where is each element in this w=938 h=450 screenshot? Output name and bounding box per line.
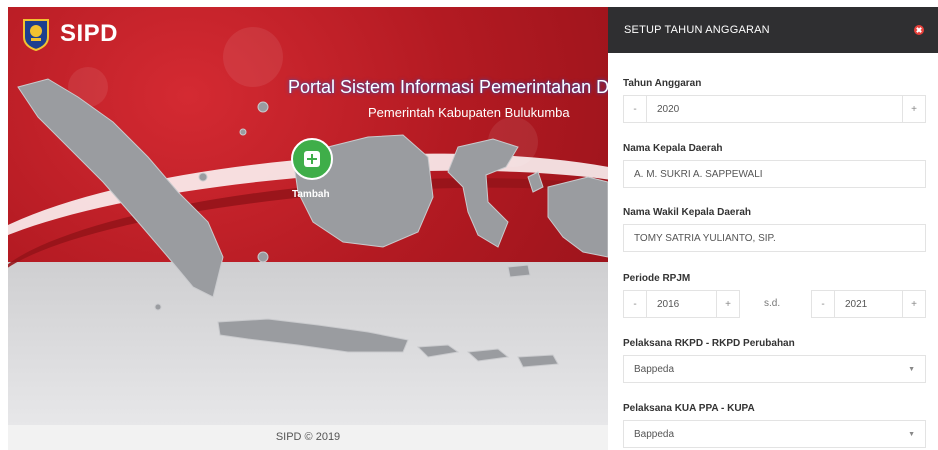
portal-subtitle: Pemerintah Kabupaten Bulukumba: [368, 105, 570, 120]
hero-banner: SIPD Portal Sistem Informasi Pemerintaha…: [8, 7, 608, 450]
add-button[interactable]: [291, 138, 333, 180]
panel-header: SETUP TAHUN ANGGARAN: [608, 7, 938, 53]
pelaksana-kua-select[interactable]: Bappeda ▼: [623, 420, 926, 448]
setup-panel: SETUP TAHUN ANGGARAN Tahun Anggaran - 20…: [608, 7, 938, 450]
pelaksana-rkpd-value: Bappeda: [634, 363, 675, 375]
periode-start-stepper: - 2016 +: [623, 290, 740, 318]
periode-start-value[interactable]: 2016: [646, 291, 717, 317]
footer-text: SIPD © 2019: [275, 431, 341, 443]
decrement-button[interactable]: -: [812, 291, 834, 317]
brand-name: SIPD: [60, 20, 119, 47]
increment-button[interactable]: +: [717, 291, 739, 317]
close-icon[interactable]: [914, 25, 924, 35]
panel-title: SETUP TAHUN ANGGARAN: [624, 24, 770, 36]
increment-button[interactable]: +: [903, 291, 925, 317]
periode-end-stepper: - 2021 +: [811, 290, 926, 318]
kepala-daerah-field[interactable]: A. M. SUKRI A. SAPPEWALI: [623, 160, 926, 188]
add-button-label: Tambah: [292, 189, 330, 200]
tahun-anggaran-value[interactable]: 2020: [646, 96, 903, 122]
decrement-button[interactable]: -: [624, 96, 646, 122]
pelaksana-rkpd-label: Pelaksana RKPD - RKPD Perubahan: [623, 338, 795, 349]
brand: SIPD: [20, 17, 118, 51]
wakil-kepala-daerah-label: Nama Wakil Kepala Daerah: [623, 207, 752, 218]
pelaksana-kua-label: Pelaksana KUA PPA - KUPA: [623, 403, 755, 414]
decrement-button[interactable]: -: [624, 291, 646, 317]
tahun-anggaran-stepper: - 2020 +: [623, 95, 926, 123]
tahun-anggaran-label: Tahun Anggaran: [623, 78, 702, 89]
kepala-daerah-label: Nama Kepala Daerah: [623, 143, 723, 154]
caret-down-icon: ▼: [908, 365, 915, 373]
pelaksana-rkpd-select[interactable]: Bappeda ▼: [623, 355, 926, 383]
plus-icon: [304, 151, 320, 167]
pelaksana-kua-value: Bappeda: [634, 428, 675, 440]
increment-button[interactable]: +: [903, 96, 925, 122]
footer: SIPD © 2019: [8, 425, 608, 450]
periode-end-value[interactable]: 2021: [834, 291, 903, 317]
app-window: SIPD Portal Sistem Informasi Pemerintaha…: [0, 0, 938, 450]
portal-title: Portal Sistem Informasi Pemerintahan D: [288, 77, 608, 97]
garuda-logo-icon: [23, 19, 49, 51]
caret-down-icon: ▼: [908, 430, 915, 438]
indonesia-map-illustration: [17, 78, 608, 368]
wakil-kepala-daerah-field[interactable]: TOMY SATRIA YULIANTO, SIP.: [623, 224, 926, 252]
periode-rpjm-label: Periode RPJM: [623, 273, 691, 284]
periode-separator: s.d.: [764, 298, 781, 309]
